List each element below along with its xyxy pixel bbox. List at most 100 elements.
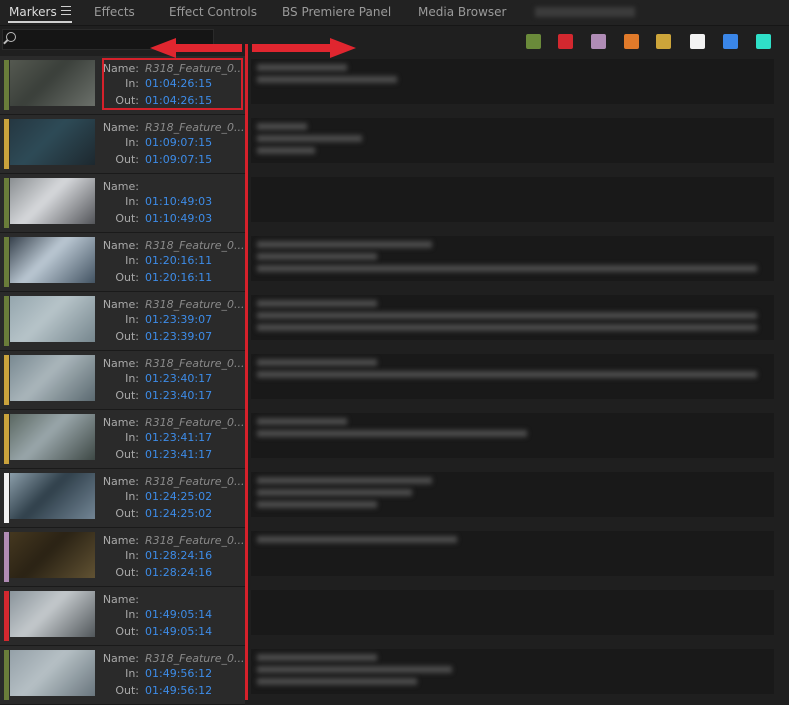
divider-line bbox=[245, 44, 248, 700]
color-filter-swatch[interactable] bbox=[558, 34, 573, 49]
marker-name-value[interactable]: R318_Feature_0... bbox=[145, 416, 245, 429]
marker-color-bar bbox=[4, 591, 9, 641]
marker-in-value[interactable]: 01:09:07:15 bbox=[145, 136, 212, 149]
marker-info: Name: In: 01:10:49:03 Out: 01:10:49:03 bbox=[0, 174, 245, 233]
marker-out-label: Out: bbox=[115, 507, 139, 520]
marker-info: Name: R318_Feature_0... In: 01:23:39:07 Out:… bbox=[0, 292, 245, 351]
marker-color-bar bbox=[4, 532, 9, 582]
tab-bs-premiere-panel[interactable]: BS Premiere Panel bbox=[282, 5, 391, 19]
marker-color-bar bbox=[4, 237, 9, 287]
marker-thumbnail[interactable] bbox=[10, 591, 95, 637]
panel-menu-icon[interactable] bbox=[61, 6, 71, 15]
marker-out-value[interactable]: 01:09:07:15 bbox=[145, 153, 212, 166]
marker-in-value[interactable]: 01:28:24:16 bbox=[145, 549, 212, 562]
color-filter-swatch[interactable] bbox=[756, 34, 771, 49]
marker-comment-field[interactable] bbox=[251, 236, 774, 281]
marker-in-value[interactable]: 01:10:49:03 bbox=[145, 195, 212, 208]
marker-thumbnail[interactable] bbox=[10, 296, 95, 342]
marker-out-value[interactable]: 01:24:25:02 bbox=[145, 507, 212, 520]
arrow-right-icon bbox=[252, 38, 356, 58]
color-filter-swatch[interactable] bbox=[624, 34, 639, 49]
marker-comment-field[interactable] bbox=[251, 413, 774, 458]
marker-name-value[interactable]: R318_Feature_0... bbox=[145, 298, 245, 311]
redacted-comment-text bbox=[257, 678, 417, 685]
marker-out-value[interactable]: 01:10:49:03 bbox=[145, 212, 212, 225]
color-filter-swatch[interactable] bbox=[690, 34, 705, 49]
marker-out-label: Out: bbox=[115, 625, 139, 638]
marker-out-value[interactable]: 01:23:40:17 bbox=[145, 389, 212, 402]
marker-comment-field[interactable] bbox=[251, 118, 774, 163]
marker-out-value[interactable]: 01:23:41:17 bbox=[145, 448, 212, 461]
redacted-comment-text bbox=[257, 64, 347, 71]
marker-out-value[interactable]: 01:20:16:11 bbox=[145, 271, 212, 284]
marker-comment-field[interactable] bbox=[251, 295, 774, 340]
marker-row[interactable]: Name: R318_Feature_0... In: 01:23:40:17 Out:… bbox=[0, 351, 789, 410]
marker-out-label: Out: bbox=[115, 271, 139, 284]
marker-row[interactable]: Name: R318_Feature_0... In: 01:24:25:02 Out:… bbox=[0, 469, 789, 528]
marker-thumbnail[interactable] bbox=[10, 237, 95, 283]
tab-markers[interactable]: Markers bbox=[9, 5, 57, 19]
marker-name-value[interactable]: R318_Feature_0... bbox=[145, 239, 245, 252]
marker-info: Name: In: 01:49:05:14 Out: 01:49:05:14 bbox=[0, 587, 245, 646]
marker-color-bar bbox=[4, 60, 9, 110]
redacted-comment-text bbox=[257, 489, 412, 496]
marker-comment-field[interactable] bbox=[251, 59, 774, 104]
marker-comment-field[interactable] bbox=[251, 177, 774, 222]
marker-out-value[interactable]: 01:23:39:07 bbox=[145, 330, 212, 343]
marker-thumbnail[interactable] bbox=[10, 473, 95, 519]
marker-thumbnail[interactable] bbox=[10, 650, 95, 696]
marker-in-label: In: bbox=[125, 372, 139, 385]
color-filter-swatch[interactable] bbox=[656, 34, 671, 49]
redacted-comment-text bbox=[257, 477, 432, 484]
marker-row[interactable]: Name: R318_Feature_0... In: 01:28:24:16 Out:… bbox=[0, 528, 789, 587]
color-filter-swatch[interactable] bbox=[591, 34, 606, 49]
marker-row[interactable]: Name: In: 01:10:49:03 Out: 01:10:49:03 bbox=[0, 174, 789, 233]
marker-row[interactable]: Name: In: 01:49:05:14 Out: 01:49:05:14 bbox=[0, 587, 789, 646]
marker-row[interactable]: Name: R318_Feature_0... In: 01:23:39:07 Out:… bbox=[0, 292, 789, 351]
marker-comment-field[interactable] bbox=[251, 531, 774, 576]
arrow-left-icon bbox=[150, 38, 242, 58]
tab-effect-controls[interactable]: Effect Controls bbox=[169, 5, 257, 19]
marker-name-value[interactable]: R318_Feature_0... bbox=[145, 357, 245, 370]
marker-in-value[interactable]: 01:23:40:17 bbox=[145, 372, 212, 385]
color-filter-swatch[interactable] bbox=[526, 34, 541, 49]
marker-name-label: Name: bbox=[102, 534, 139, 547]
marker-thumbnail[interactable] bbox=[10, 532, 95, 578]
marker-comment-field[interactable] bbox=[251, 354, 774, 399]
marker-comment-field[interactable] bbox=[251, 472, 774, 517]
marker-name-value[interactable]: R318_Feature_0... bbox=[145, 475, 245, 488]
marker-in-value[interactable]: 01:23:41:17 bbox=[145, 431, 212, 444]
marker-thumbnail[interactable] bbox=[10, 355, 95, 401]
marker-row[interactable]: Name: R318_Feature_0... In: 01:09:07:15 Out:… bbox=[0, 115, 789, 174]
marker-in-value[interactable]: 01:49:56:12 bbox=[145, 667, 212, 680]
color-filter-swatch[interactable] bbox=[723, 34, 738, 49]
marker-thumbnail[interactable] bbox=[10, 119, 95, 165]
marker-in-label: In: bbox=[125, 313, 139, 326]
redacted-comment-text bbox=[257, 265, 757, 272]
marker-in-value[interactable]: 01:24:25:02 bbox=[145, 490, 212, 503]
marker-name-value[interactable]: R318_Feature_0... bbox=[145, 652, 245, 665]
marker-in-value[interactable]: 01:20:16:11 bbox=[145, 254, 212, 267]
redacted-comment-text bbox=[257, 312, 757, 319]
marker-out-value[interactable]: 01:28:24:16 bbox=[145, 566, 212, 579]
marker-comment-field[interactable] bbox=[251, 649, 774, 694]
marker-row[interactable]: Name: R318_Feature_0... In: 01:23:41:17 Out:… bbox=[0, 410, 789, 469]
marker-name-value[interactable]: R318_Feature_0... bbox=[145, 534, 245, 547]
active-tab-indicator bbox=[8, 21, 72, 23]
tab-media-browser[interactable]: Media Browser bbox=[418, 5, 506, 19]
marker-out-value[interactable]: 01:49:05:14 bbox=[145, 625, 212, 638]
marker-row[interactable]: Name: R318_Feature_0... In: 01:20:16:11 Out:… bbox=[0, 233, 789, 292]
marker-out-value[interactable]: 01:49:56:12 bbox=[145, 684, 212, 697]
marker-thumbnail[interactable] bbox=[10, 178, 95, 224]
marker-name-value[interactable]: R318_Feature_0... bbox=[145, 121, 245, 134]
marker-thumbnail[interactable] bbox=[10, 60, 95, 106]
marker-thumbnail[interactable] bbox=[10, 414, 95, 460]
tab-redacted[interactable] bbox=[535, 7, 635, 17]
marker-in-value[interactable]: 01:23:39:07 bbox=[145, 313, 212, 326]
marker-in-label: In: bbox=[125, 667, 139, 680]
tab-effects[interactable]: Effects bbox=[94, 5, 135, 19]
marker-in-value[interactable]: 01:49:05:14 bbox=[145, 608, 212, 621]
marker-comment-field[interactable] bbox=[251, 590, 774, 635]
redacted-comment-text bbox=[257, 300, 377, 307]
marker-row[interactable]: Name: R318_Feature_0... In: 01:49:56:12 Out:… bbox=[0, 646, 789, 705]
